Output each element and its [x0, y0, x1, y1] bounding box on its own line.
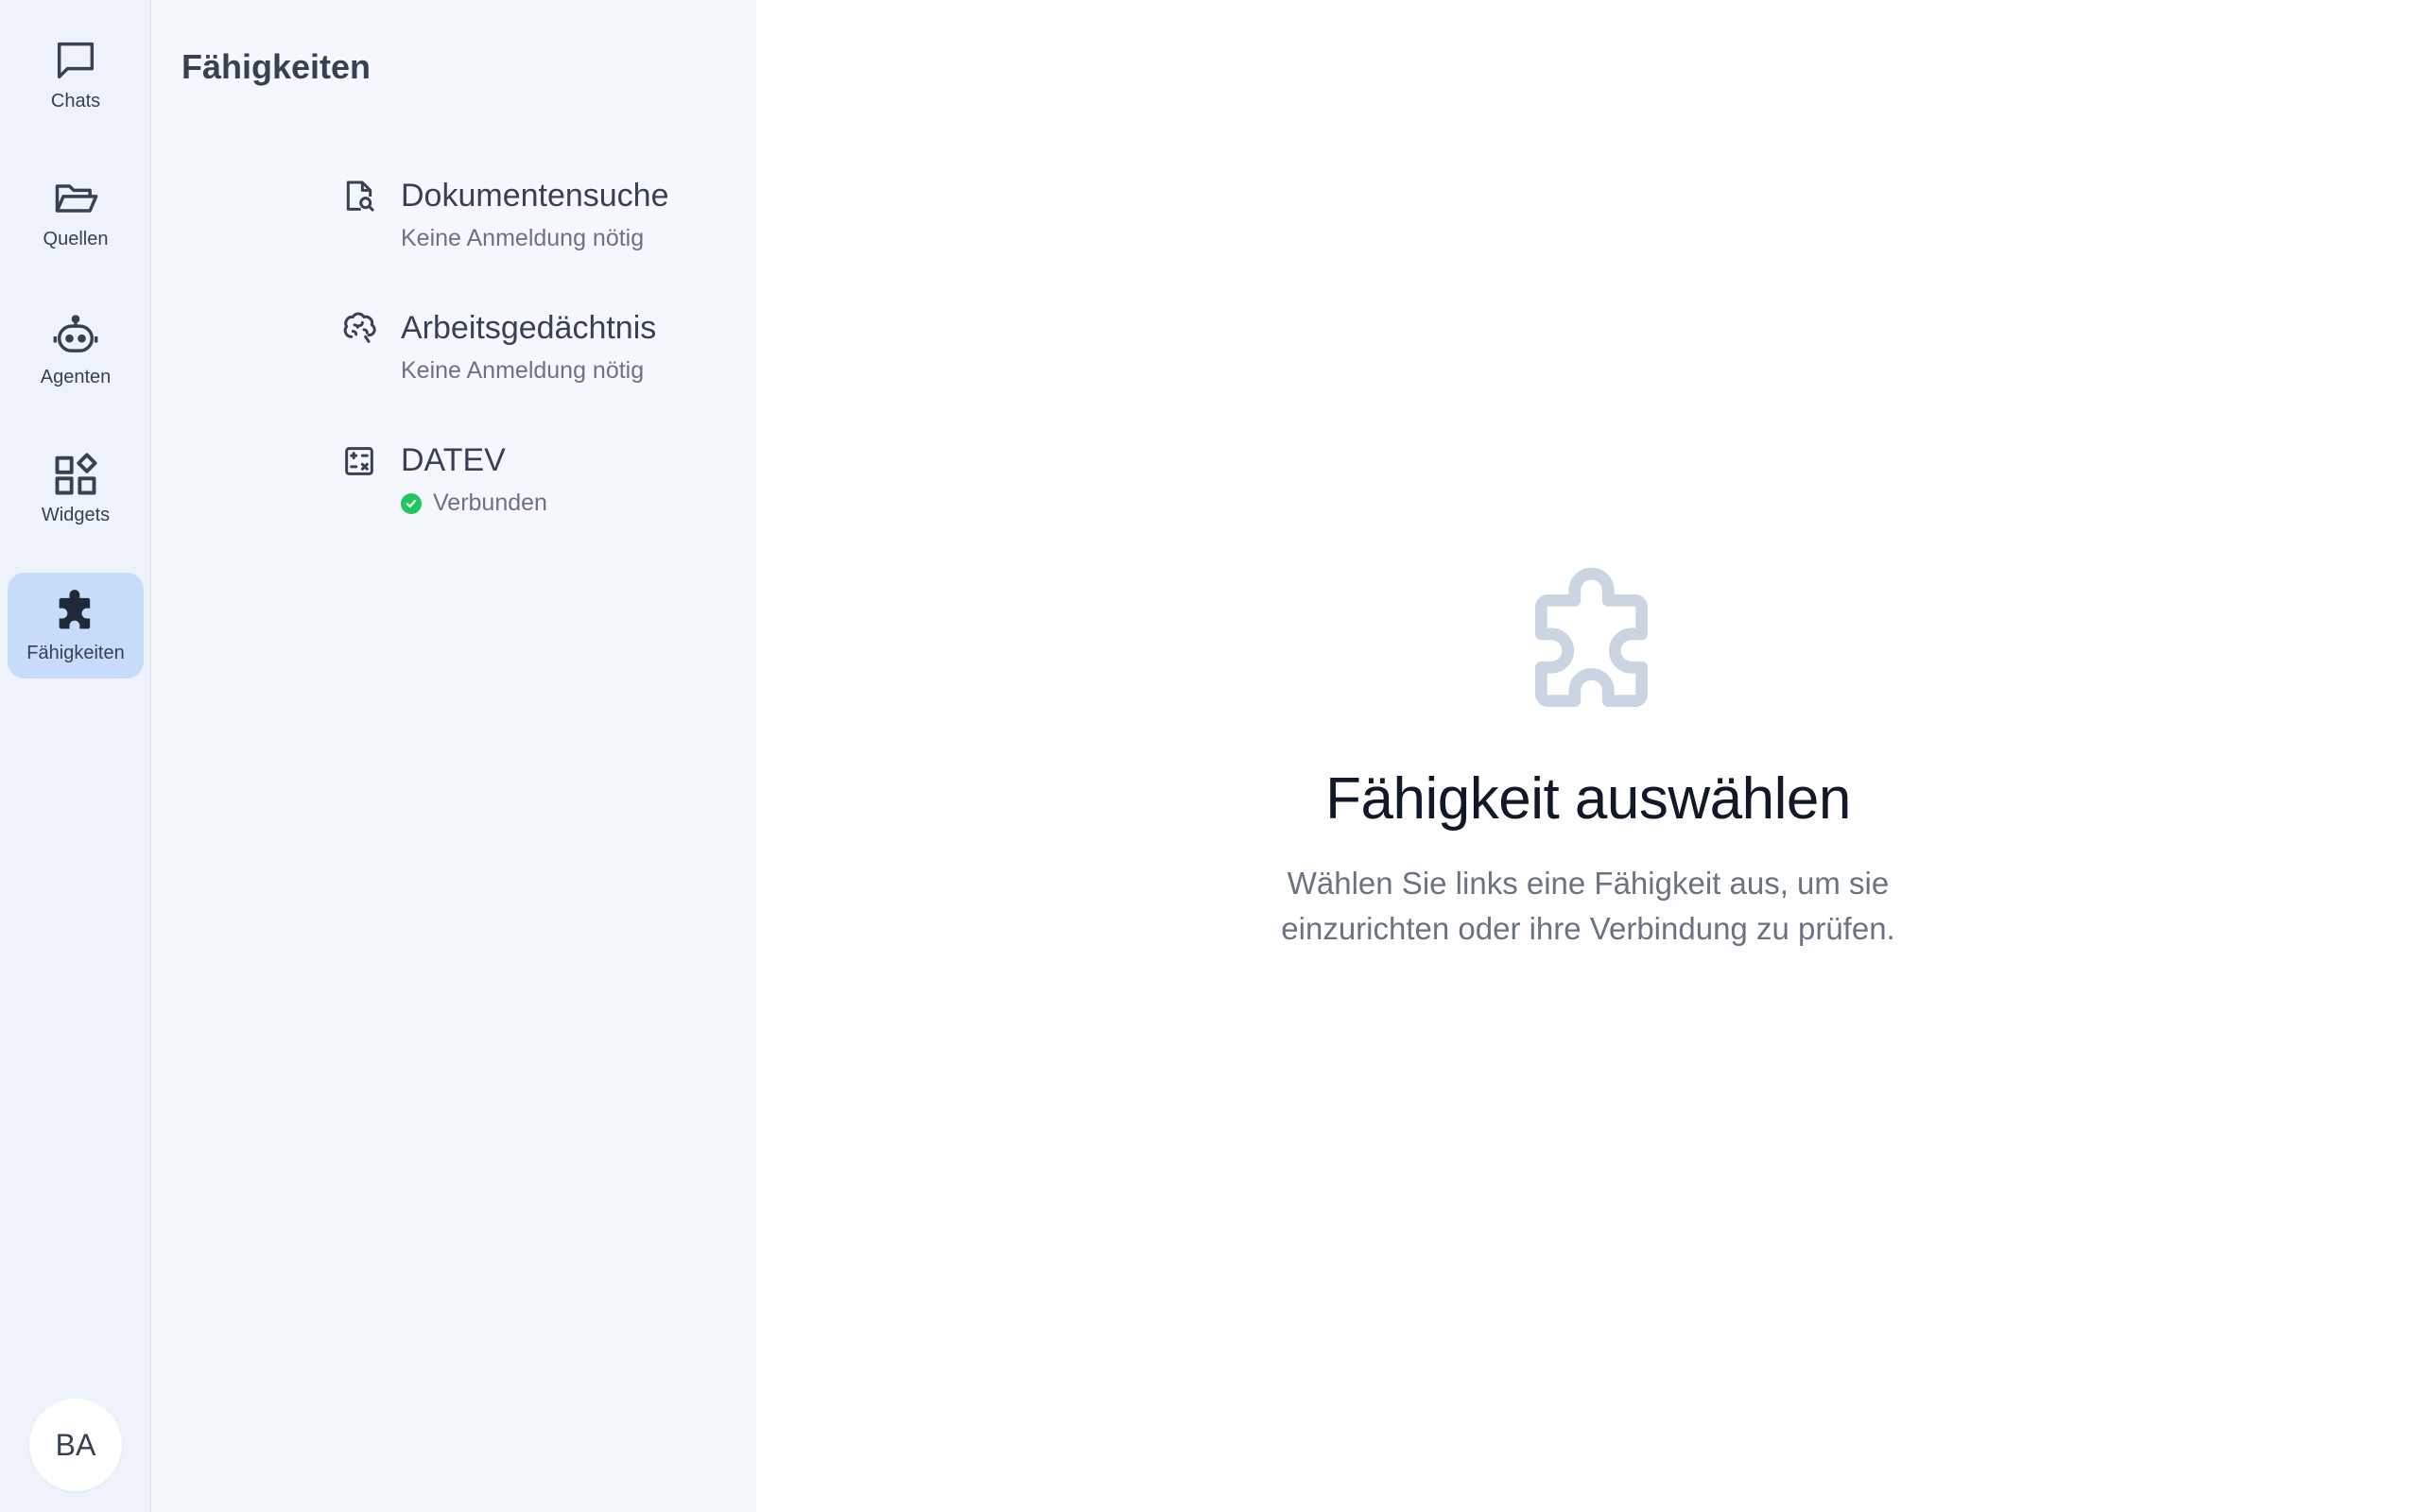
- widgets-icon: [55, 452, 97, 494]
- nav-item-label: Widgets: [41, 504, 111, 525]
- nav-rail: Chats Quellen Agenten Widgets Fähigkeite…: [0, 0, 151, 1512]
- brain-icon: [343, 312, 376, 343]
- document-search-icon: [346, 180, 375, 213]
- nav-item-label: Fähigkeiten: [26, 642, 125, 663]
- nav-item-label: Agenten: [40, 366, 112, 387]
- nav-item-chats[interactable]: Chats: [8, 21, 144, 127]
- skill-item-datev[interactable]: DATEV Verbunden: [151, 442, 700, 556]
- skills-panel: Fähigkeiten Dokumentensuche Keine Anmeld…: [151, 0, 756, 1512]
- empty-state: Fähigkeit auswählen Wählen Sie links ein…: [756, 567, 2420, 952]
- nav-item-widgets[interactable]: Widgets: [8, 435, 144, 541]
- skill-item-dokumentensuche[interactable]: Dokumentensuche Keine Anmeldung nötig: [151, 178, 700, 291]
- skill-status: Keine Anmeldung nötig: [401, 225, 644, 252]
- chat-bubble-icon: [57, 42, 95, 78]
- nav-item-quellen[interactable]: Quellen: [8, 159, 144, 265]
- check-circle-icon: [401, 492, 422, 514]
- empty-state-description: Wählen Sie links eine Fähigkeit aus, um …: [1281, 866, 1895, 946]
- puzzle-icon: [1535, 567, 1649, 708]
- folder-open-icon: [55, 183, 98, 213]
- robot-icon: [53, 314, 98, 352]
- skill-name: Arbeitsgedächtnis: [401, 310, 657, 346]
- nav-item-agenten[interactable]: Agenten: [8, 297, 144, 403]
- app-root: Chats Quellen Agenten Widgets Fähigkeite…: [0, 0, 2420, 1512]
- skill-status-text: Keine Anmeldung nötig: [401, 225, 645, 251]
- user-avatar[interactable]: BA: [29, 1399, 122, 1491]
- skill-name: DATEV: [401, 442, 506, 478]
- panel-title: Fähigkeiten: [182, 47, 372, 86]
- nav-item-label: Quellen: [43, 228, 109, 249]
- skill-status: Keine Anmeldung nötig: [401, 357, 644, 385]
- skill-status-text: Keine Anmeldung nötig: [401, 357, 645, 384]
- nav-item-label: Chats: [50, 90, 101, 112]
- nav-item-faehigkeiten[interactable]: Fähigkeiten: [8, 573, 144, 679]
- skill-item-arbeitsgedaechtnis[interactable]: Arbeitsgedächtnis Keine Anmeldung nötig: [151, 310, 700, 423]
- skill-name: Dokumentensuche: [401, 178, 669, 214]
- calculator-icon: [345, 447, 373, 475]
- skill-status-text: Verbunden: [433, 490, 547, 516]
- main-content: Fähigkeit auswählen Wählen Sie links ein…: [756, 0, 2420, 1512]
- empty-state-title: Fähigkeit auswählen: [1325, 766, 1851, 832]
- puzzle-icon: [59, 589, 91, 628]
- skill-status: Verbunden: [401, 490, 547, 517]
